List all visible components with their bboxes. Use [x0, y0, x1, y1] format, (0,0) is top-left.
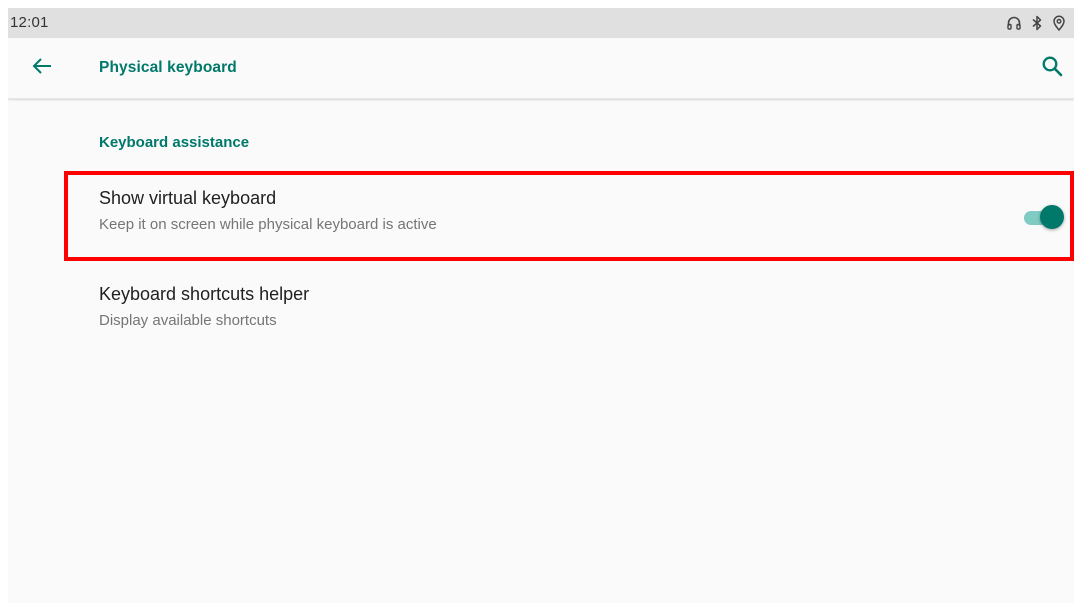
preference-title: Keyboard shortcuts helper — [99, 284, 310, 304]
headphones-icon — [1006, 15, 1022, 31]
settings-screen: 12:01 Physical keyboard Keyboard assista… — [8, 8, 1074, 603]
bluetooth-icon — [1030, 15, 1044, 31]
status-bar: 12:01 — [8, 8, 1074, 38]
page-title: Physical keyboard — [99, 59, 237, 76]
search-icon — [1041, 55, 1063, 82]
preference-summary: Keep it on screen while physical keyboar… — [99, 216, 437, 233]
status-icons — [1006, 14, 1066, 32]
search-button[interactable] — [1036, 52, 1068, 84]
location-icon — [1052, 15, 1066, 31]
status-time: 12:01 — [10, 14, 49, 31]
preference-title: Show virtual keyboard — [99, 188, 277, 208]
switch-thumb — [1040, 205, 1064, 229]
preference-summary: Display available shortcuts — [99, 312, 277, 329]
keyboard-shortcuts-helper-preference[interactable]: Keyboard shortcuts helper Display availa… — [64, 272, 1074, 342]
section-header-keyboard-assistance: Keyboard assistance — [99, 134, 250, 151]
arrow-back-icon — [32, 57, 52, 80]
back-button[interactable] — [26, 52, 58, 84]
show-virtual-keyboard-toggle[interactable] — [1020, 204, 1064, 230]
app-bar: Physical keyboard — [8, 38, 1074, 99]
show-virtual-keyboard-preference[interactable]: Show virtual keyboard Keep it on screen … — [64, 171, 1074, 261]
